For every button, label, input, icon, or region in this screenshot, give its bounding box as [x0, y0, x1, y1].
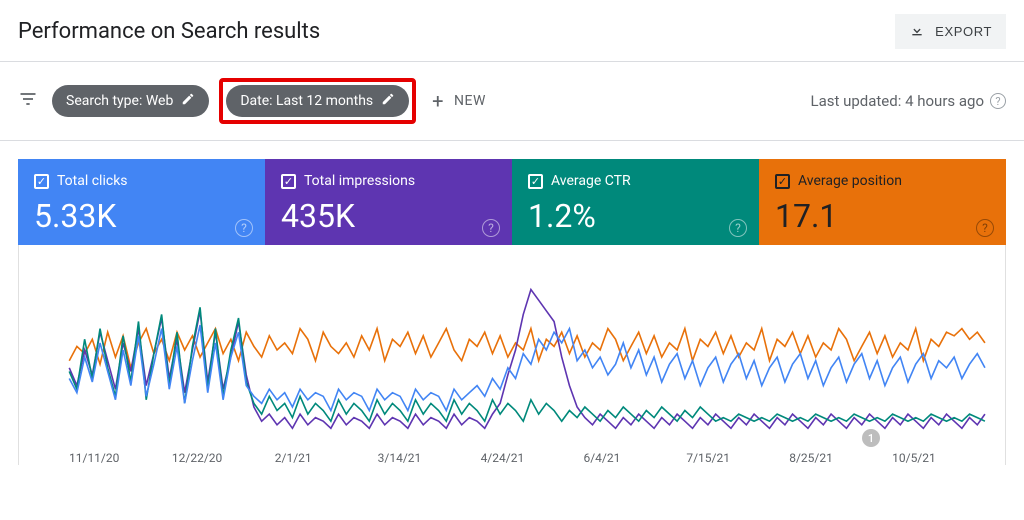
- checkbox-icon: ✓: [34, 174, 49, 189]
- download-icon: [909, 22, 925, 41]
- help-icon[interactable]: ?: [976, 219, 994, 237]
- card-value: 5.33K: [34, 197, 249, 235]
- x-tick: 8/25/21: [789, 451, 892, 465]
- card-total-impressions[interactable]: ✓ Total impressions 435K ?: [265, 159, 512, 245]
- x-tick: 7/15/21: [686, 451, 789, 465]
- help-icon[interactable]: ?: [729, 219, 747, 237]
- page-title: Performance on Search results: [18, 19, 320, 44]
- annotation-badge[interactable]: 1: [862, 429, 880, 447]
- highlight-box-date: Date: Last 12 months: [219, 78, 416, 124]
- x-tick: 11/11/20: [69, 451, 172, 465]
- checkbox-icon: ✓: [528, 174, 543, 189]
- checkbox-icon: ✓: [281, 174, 296, 189]
- help-icon[interactable]: ?: [235, 219, 253, 237]
- add-filter-button[interactable]: + NEW: [432, 91, 486, 111]
- line-chart: [29, 255, 995, 445]
- series-average-position: [69, 329, 985, 368]
- x-tick: 4/24/21: [481, 451, 584, 465]
- chip-date-label: Date: Last 12 months: [240, 93, 373, 109]
- help-icon[interactable]: ?: [482, 219, 500, 237]
- card-value: 1.2%: [528, 197, 743, 235]
- chart-area[interactable]: 1: [29, 255, 995, 445]
- card-average-position[interactable]: ✓ Average position 17.1 ?: [759, 159, 1006, 245]
- export-label: EXPORT: [935, 24, 992, 39]
- last-updated: Last updated: 4 hours ago ?: [810, 92, 1006, 110]
- card-label: Average position: [798, 173, 902, 189]
- x-tick: 2/1/21: [275, 451, 378, 465]
- help-icon[interactable]: ?: [990, 93, 1006, 109]
- x-tick: 10/5/21: [892, 451, 995, 465]
- card-label: Average CTR: [551, 173, 631, 189]
- x-tick: 3/14/21: [378, 451, 481, 465]
- card-value: 435K: [281, 197, 496, 235]
- add-filter-label: NEW: [454, 93, 486, 109]
- pencil-icon: [381, 92, 395, 110]
- chip-date[interactable]: Date: Last 12 months: [226, 85, 409, 117]
- card-average-ctr[interactable]: ✓ Average CTR 1.2% ?: [512, 159, 759, 245]
- pencil-icon: [181, 92, 195, 110]
- card-total-clicks[interactable]: ✓ Total clicks 5.33K ?: [18, 159, 265, 245]
- x-tick: 12/22/20: [172, 451, 275, 465]
- chip-search-type[interactable]: Search type: Web: [52, 85, 209, 117]
- card-label: Total impressions: [304, 173, 415, 189]
- plus-icon: +: [432, 91, 444, 111]
- chip-search-type-label: Search type: Web: [66, 93, 173, 109]
- last-updated-text: Last updated: 4 hours ago: [810, 92, 984, 110]
- export-button[interactable]: EXPORT: [895, 14, 1006, 49]
- checkbox-icon: ✓: [775, 174, 790, 189]
- metric-cards: ✓ Total clicks 5.33K ? ✓ Total impressions…: [18, 159, 1006, 245]
- chart-container: 1 11/11/2012/22/202/1/213/14/214/24/216/…: [18, 245, 1006, 465]
- x-axis: 11/11/2012/22/202/1/213/14/214/24/216/4/…: [29, 445, 995, 465]
- card-value: 17.1: [775, 197, 990, 235]
- x-tick: 6/4/21: [583, 451, 686, 465]
- card-label: Total clicks: [57, 173, 128, 189]
- filter-icon[interactable]: [18, 89, 38, 113]
